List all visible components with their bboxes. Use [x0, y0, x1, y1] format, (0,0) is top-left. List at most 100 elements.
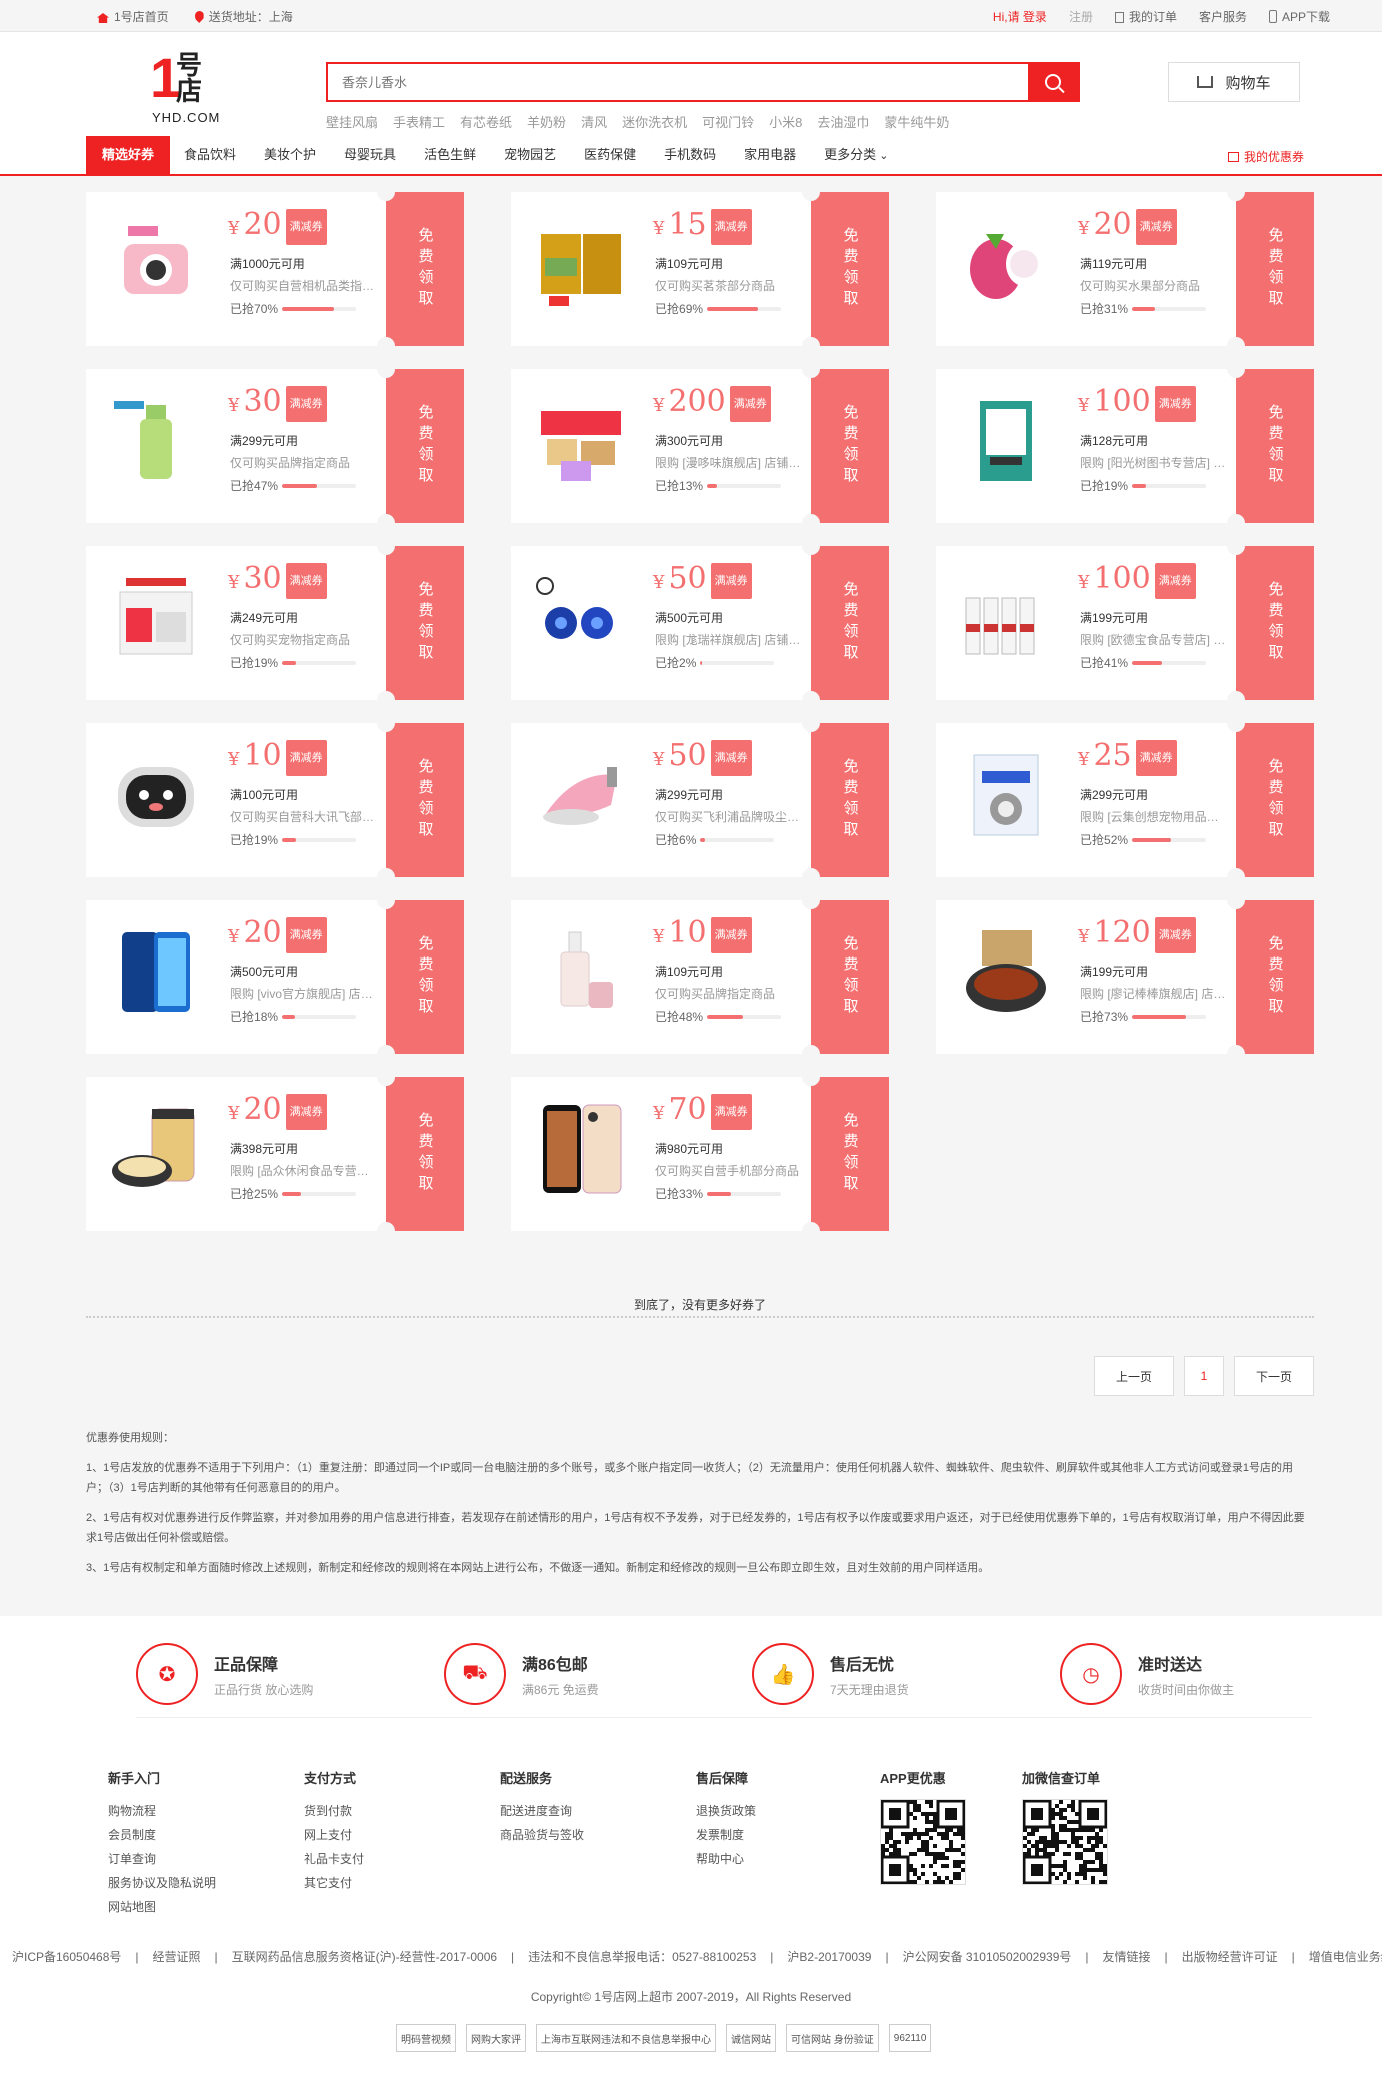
register-link[interactable]: 注册 — [1069, 8, 1093, 25]
license-link[interactable]: 出版物经营许可证 — [1182, 1950, 1278, 1964]
license-link[interactable]: 沪公网安备 31010502002939号 — [903, 1950, 1072, 1964]
nav-item[interactable]: 美妆个护 — [250, 136, 330, 174]
nav-item[interactable]: 手机数码 — [650, 136, 730, 174]
nav-item[interactable]: 精选好券 — [86, 136, 171, 174]
prev-page-button[interactable]: 上一页 — [1094, 1356, 1174, 1396]
product-image[interactable] — [106, 1099, 206, 1199]
nav-item[interactable]: 家用电器 — [730, 136, 810, 174]
footer-link[interactable]: 货到付款 — [304, 1799, 364, 1823]
claim-button[interactable]: 免费领取 — [386, 546, 464, 700]
product-image[interactable] — [531, 922, 631, 1022]
footer-link[interactable]: 订单查询 — [108, 1847, 216, 1871]
license-link[interactable]: 沪B2-20170039 — [787, 1950, 871, 1964]
product-image[interactable] — [956, 214, 1056, 314]
product-image[interactable] — [531, 568, 631, 668]
page-number-current[interactable]: 1 — [1184, 1356, 1224, 1396]
footer-link[interactable]: 商品验货与签收 — [500, 1823, 584, 1847]
ship-address[interactable]: 送货地址：上海 — [194, 8, 293, 25]
hot-word[interactable]: 清风 — [581, 112, 607, 131]
claim-button[interactable]: 免费领取 — [811, 369, 889, 523]
currency-symbol: ¥ — [653, 218, 665, 239]
license-link[interactable]: 增值电信业务经营许可证 — [1309, 1950, 1382, 1964]
product-image[interactable] — [531, 214, 631, 314]
claim-button[interactable]: 免费领取 — [1236, 546, 1314, 700]
product-image[interactable] — [106, 214, 206, 314]
footer-link[interactable]: 服务协议及隐私说明 — [108, 1871, 216, 1895]
license-link[interactable]: 互联网药品信息服务资格证(沪)-经营性-2017-0006 — [232, 1950, 497, 1964]
trust-badge[interactable]: 网购大家评 — [466, 2024, 526, 2052]
footer-link[interactable]: 配送进度查询 — [500, 1799, 584, 1823]
nav-item[interactable]: 食品饮料 — [170, 136, 250, 174]
claim-button[interactable]: 免费领取 — [811, 900, 889, 1054]
trust-badge[interactable]: 明码营视频 — [396, 2024, 456, 2052]
claim-button[interactable]: 免费领取 — [386, 192, 464, 346]
site-logo[interactable]: 1 号 店 YHD.COM — [150, 50, 232, 126]
product-image[interactable] — [531, 745, 631, 845]
nav-item[interactable]: 宠物园艺 — [490, 136, 570, 174]
trust-badge[interactable]: 诚信网站 — [726, 2024, 776, 2052]
hot-word[interactable]: 可视门铃 — [702, 112, 754, 131]
next-page-button[interactable]: 下一页 — [1234, 1356, 1314, 1396]
license-link[interactable]: 违法和不良信息举报电话：0527-88100253 — [528, 1950, 756, 1964]
claim-button[interactable]: 免费领取 — [386, 369, 464, 523]
footer-link[interactable]: 帮助中心 — [696, 1847, 756, 1871]
product-image[interactable] — [531, 1099, 631, 1199]
product-image[interactable] — [531, 391, 631, 491]
claim-button[interactable]: 免费领取 — [811, 723, 889, 877]
nav-item[interactable]: 活色生鲜 — [410, 136, 490, 174]
trust-badge[interactable]: 上海市互联网违法和不良信息举报中心 — [536, 2024, 716, 2052]
coupon-value: 50 — [668, 738, 707, 773]
footer-link[interactable]: 发票制度 — [696, 1823, 756, 1847]
claim-button[interactable]: 免费领取 — [386, 723, 464, 877]
cart-button[interactable]: 购物车 — [1168, 62, 1300, 102]
trust-badge[interactable]: 可信网站 身份验证 — [786, 2024, 879, 2052]
search-button[interactable] — [1028, 64, 1078, 100]
claim-button[interactable]: 免费领取 — [386, 900, 464, 1054]
product-image[interactable] — [956, 922, 1056, 1022]
hot-word[interactable]: 去油湿巾 — [817, 112, 869, 131]
hot-word[interactable]: 蒙牛纯牛奶 — [884, 112, 949, 131]
hot-word[interactable]: 小米8 — [769, 112, 802, 131]
my-coupon-link[interactable]: 我的优惠券 — [1227, 148, 1304, 165]
nav-item[interactable]: 更多分类 ⌄ — [810, 136, 902, 174]
app-download-link[interactable]: APP下载 — [1268, 8, 1330, 25]
footer-link[interactable]: 其它支付 — [304, 1871, 364, 1895]
hot-word[interactable]: 壁挂风扇 — [326, 112, 378, 131]
hot-word[interactable]: 有芯卷纸 — [460, 112, 512, 131]
product-image[interactable] — [106, 391, 206, 491]
hot-word[interactable]: 迷你洗衣机 — [622, 112, 687, 131]
hot-word[interactable]: 手表精工 — [393, 112, 445, 131]
search-input[interactable] — [328, 64, 988, 100]
claim-button[interactable]: 免费领取 — [811, 546, 889, 700]
footer-link[interactable]: 网站地图 — [108, 1895, 216, 1919]
claim-button[interactable]: 免费领取 — [1236, 192, 1314, 346]
home-link[interactable]: 1号店首页 — [97, 8, 169, 25]
footer-link[interactable]: 礼品卡支付 — [304, 1847, 364, 1871]
product-image[interactable] — [956, 391, 1056, 491]
claim-button[interactable]: 免费领取 — [1236, 900, 1314, 1054]
product-image[interactable] — [106, 745, 206, 845]
product-image[interactable] — [956, 745, 1056, 845]
product-image[interactable] — [106, 922, 206, 1022]
hot-word[interactable]: 羊奶粉 — [527, 112, 566, 131]
footer-link[interactable]: 购物流程 — [108, 1799, 216, 1823]
my-orders-link[interactable]: 我的订单 — [1114, 8, 1177, 25]
nav-item[interactable]: 母婴玩具 — [330, 136, 410, 174]
license-link[interactable]: 经营证照 — [153, 1950, 201, 1964]
login-link[interactable]: 登录 — [1023, 10, 1047, 24]
claim-button[interactable]: 免费领取 — [1236, 369, 1314, 523]
footer-link[interactable]: 会员制度 — [108, 1823, 216, 1847]
trust-badge[interactable]: 962110 — [888, 2024, 932, 2052]
claim-button[interactable]: 免费领取 — [386, 1077, 464, 1231]
product-image[interactable] — [956, 568, 1056, 668]
product-image[interactable] — [106, 568, 206, 668]
license-link[interactable]: 友情链接 — [1103, 1950, 1151, 1964]
customer-service-link[interactable]: 客户服务 — [1199, 8, 1247, 25]
claim-button[interactable]: 免费领取 — [811, 192, 889, 346]
footer-link[interactable]: 退换货政策 — [696, 1799, 756, 1823]
license-link[interactable]: 沪ICP备16050468号 — [12, 1950, 121, 1964]
claim-button[interactable]: 免费领取 — [1236, 723, 1314, 877]
claim-button[interactable]: 免费领取 — [811, 1077, 889, 1231]
footer-link[interactable]: 网上支付 — [304, 1823, 364, 1847]
nav-item[interactable]: 医药保健 — [570, 136, 650, 174]
